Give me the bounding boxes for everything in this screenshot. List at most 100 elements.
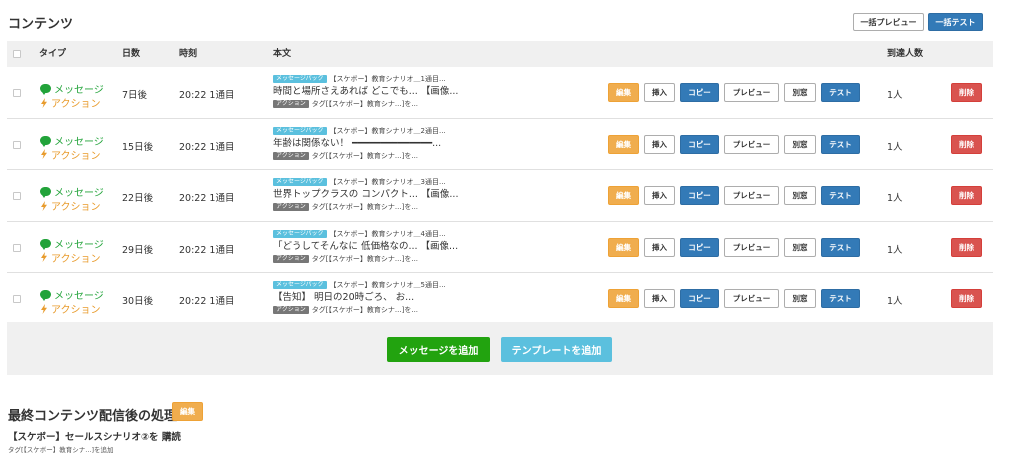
chat-bubble-icon bbox=[40, 135, 51, 147]
type-action-label: アクション bbox=[51, 253, 101, 265]
body-cell: メッセージパック 【スケボー】教育シナリオ＿1通目... 時間と場所さえあれば … bbox=[273, 74, 603, 109]
open-window-button[interactable]: 別窓 bbox=[784, 186, 816, 206]
type-message: メッセージ bbox=[40, 236, 104, 251]
preview-button[interactable]: プレビュー bbox=[724, 289, 779, 309]
final-edit-button[interactable]: 編集 bbox=[172, 402, 203, 421]
test-button[interactable]: テスト bbox=[821, 289, 860, 309]
open-window-button[interactable]: 別窓 bbox=[784, 289, 816, 309]
action-tag: アクション bbox=[273, 151, 309, 160]
row-checkbox[interactable] bbox=[13, 243, 21, 252]
days-cell: 30日後 bbox=[122, 296, 154, 308]
edit-button[interactable]: 編集 bbox=[608, 186, 639, 206]
message-preview: 【告知】 明日の20時ごろ、 お... bbox=[273, 292, 415, 304]
copy-button[interactable]: コピー bbox=[680, 186, 719, 206]
row-checkbox[interactable] bbox=[13, 295, 21, 304]
message-preview: 時間と場所さえあれば どこでも... 【画像... bbox=[273, 86, 459, 97]
copy-button[interactable]: コピー bbox=[680, 83, 719, 102]
copy-button[interactable]: コピー bbox=[680, 237, 719, 257]
type-message: メッセージ bbox=[40, 133, 104, 148]
type-message: メッセージ bbox=[40, 287, 104, 302]
delete-button[interactable]: 削除 bbox=[951, 83, 982, 102]
edit-button[interactable]: 編集 bbox=[608, 83, 639, 102]
final-scenario-line: 【スケボー】セールスシナリオ②を 購読 bbox=[8, 432, 181, 443]
type-message-label: メッセージ bbox=[54, 85, 104, 96]
insert-button[interactable]: 挿入 bbox=[644, 186, 675, 206]
test-button[interactable]: テスト bbox=[821, 237, 860, 257]
type-message-label: メッセージ bbox=[54, 188, 104, 200]
table-row: メッセージ アクション 22日後 20:22 1通目 メッセージパック 【スケボ… bbox=[7, 170, 993, 222]
add-message-button[interactable]: メッセージを追加 bbox=[387, 337, 490, 362]
message-pack-tag: メッセージパック bbox=[273, 126, 327, 135]
type-action-label: アクション bbox=[51, 99, 101, 110]
table-row: メッセージ アクション 29日後 20:22 1通目 メッセージパック 【スケボ… bbox=[7, 222, 993, 274]
bulk-preview-button[interactable]: 一括プレビュー bbox=[853, 13, 924, 31]
insert-button[interactable]: 挿入 bbox=[644, 289, 675, 309]
copy-button[interactable]: コピー bbox=[680, 289, 719, 309]
test-button[interactable]: テスト bbox=[821, 134, 860, 154]
insert-button[interactable]: 挿入 bbox=[644, 134, 675, 154]
chat-bubble-icon bbox=[40, 290, 51, 302]
delete-button[interactable]: 削除 bbox=[951, 289, 982, 309]
pack-title: 【スケボー】教育シナリオ＿1通目... bbox=[329, 75, 446, 83]
action-text: タグ[【スケボー】教育シナ...]を... bbox=[311, 203, 419, 212]
edit-button[interactable]: 編集 bbox=[608, 134, 639, 154]
pack-title: 【スケボー】教育シナリオ＿3通目... bbox=[329, 178, 446, 187]
type-message: メッセージ bbox=[40, 184, 104, 199]
days-cell: 15日後 bbox=[122, 141, 154, 153]
select-all-checkbox[interactable] bbox=[13, 50, 21, 58]
type-message-label: メッセージ bbox=[54, 291, 104, 303]
content-table: タイプ 日数 時刻 本文 到達人数 メッセージ アクション 7日後 20:22 … bbox=[7, 41, 993, 325]
test-button[interactable]: テスト bbox=[821, 83, 860, 102]
lightning-bolt-icon bbox=[41, 200, 47, 211]
action-text: タグ[【スケボー】教育シナ...]を... bbox=[311, 100, 419, 108]
insert-button[interactable]: 挿入 bbox=[644, 237, 675, 257]
preview-button[interactable]: プレビュー bbox=[724, 186, 779, 206]
action-text: タグ[【スケボー】教育シナ...]を... bbox=[311, 254, 419, 263]
final-tag-line: タグ[【スケボー】教育シナ...]を追加 bbox=[8, 446, 114, 454]
edit-button[interactable]: 編集 bbox=[608, 237, 639, 257]
open-window-button[interactable]: 別窓 bbox=[784, 134, 816, 154]
final-processing-title: 最終コンテンツ配信後の処理 bbox=[8, 409, 178, 424]
delete-button[interactable]: 削除 bbox=[951, 186, 982, 206]
delete-button[interactable]: 削除 bbox=[951, 134, 982, 154]
row-checkbox[interactable] bbox=[13, 140, 21, 149]
table-row: メッセージ アクション 7日後 20:22 1通目 メッセージパック 【スケボー… bbox=[7, 67, 993, 119]
time-cell: 20:22 1通目 bbox=[179, 90, 235, 101]
body-cell: メッセージパック 【スケボー】教育シナリオ＿2通目... 年齢は関係ない！ ━━… bbox=[273, 126, 603, 161]
open-window-button[interactable]: 別窓 bbox=[784, 83, 816, 102]
content-section-title: コンテンツ bbox=[8, 17, 74, 32]
column-header-reach: 到達人数 bbox=[887, 49, 924, 59]
test-button[interactable]: テスト bbox=[821, 186, 860, 206]
pack-title: 【スケボー】教育シナリオ＿2通目... bbox=[329, 126, 446, 135]
type-action: アクション bbox=[40, 250, 101, 265]
column-header-time: 時刻 bbox=[179, 49, 198, 59]
edit-button[interactable]: 編集 bbox=[608, 289, 639, 309]
add-template-button[interactable]: テンプレートを追加 bbox=[501, 337, 612, 362]
type-message-label: メッセージ bbox=[54, 239, 104, 251]
action-text: タグ[【スケボー】教育シナ...]を... bbox=[311, 306, 419, 315]
chat-bubble-icon bbox=[40, 84, 51, 95]
reach-count: 1人 bbox=[887, 296, 903, 308]
preview-button[interactable]: プレビュー bbox=[724, 134, 779, 154]
bulk-test-button[interactable]: 一括テスト bbox=[928, 13, 983, 31]
row-checkbox[interactable] bbox=[13, 89, 21, 97]
action-tag: アクション bbox=[273, 203, 309, 212]
lightning-bolt-icon bbox=[41, 303, 47, 314]
column-header-type: タイプ bbox=[39, 49, 67, 59]
row-checkbox[interactable] bbox=[13, 192, 21, 201]
time-cell: 20:22 1通目 bbox=[179, 193, 235, 205]
message-pack-tag: メッセージパック bbox=[273, 281, 327, 290]
body-cell: メッセージパック 【スケボー】教育シナリオ＿3通目... 世界トップクラスの コ… bbox=[273, 177, 603, 212]
type-action: アクション bbox=[40, 147, 101, 162]
preview-button[interactable]: プレビュー bbox=[724, 237, 779, 257]
open-window-button[interactable]: 別窓 bbox=[784, 237, 816, 257]
table-row: メッセージ アクション 15日後 20:22 1通目 メッセージパック 【スケボ… bbox=[7, 119, 993, 171]
body-cell: メッセージパック 【スケボー】教育シナリオ＿5通目... 【告知】 明日の20時… bbox=[273, 280, 603, 315]
type-action: アクション bbox=[40, 95, 101, 110]
copy-button[interactable]: コピー bbox=[680, 134, 719, 154]
action-tag: アクション bbox=[273, 100, 309, 108]
delete-button[interactable]: 削除 bbox=[951, 237, 982, 257]
preview-button[interactable]: プレビュー bbox=[724, 83, 779, 102]
column-header-body: 本文 bbox=[273, 49, 292, 59]
insert-button[interactable]: 挿入 bbox=[644, 83, 675, 102]
